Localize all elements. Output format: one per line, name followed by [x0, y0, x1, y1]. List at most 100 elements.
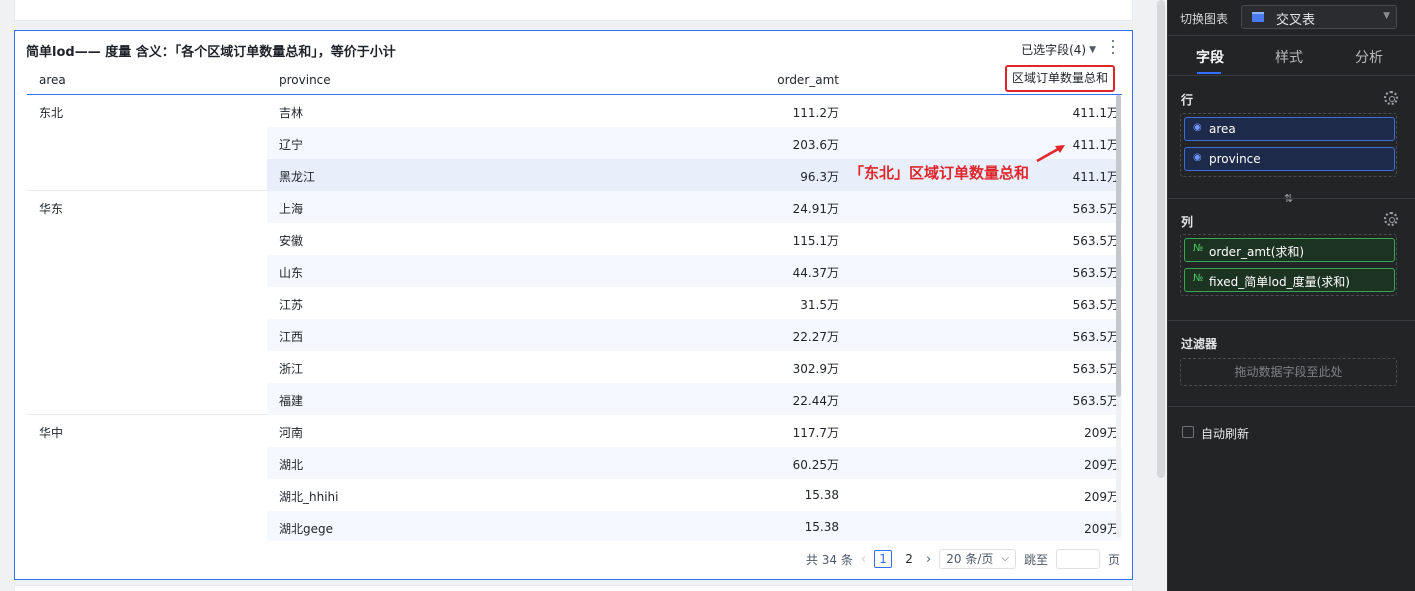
table-row[interactable]: 湖北 60.25万 209万 [267, 447, 1122, 479]
divider [1168, 406, 1415, 407]
next-page-button[interactable]: › [926, 552, 931, 567]
column-header-area[interactable]: area [39, 65, 66, 95]
row-field-label: province [1209, 152, 1261, 166]
order-amt-cell: 22.44万 [792, 394, 839, 408]
page-1-button[interactable]: 1 [874, 550, 893, 568]
region-total-cell: 563.5万 [1072, 266, 1119, 280]
rows-settings-gear-icon[interactable] [1384, 91, 1398, 105]
province-cell: 黑龙江 [279, 170, 316, 184]
province-cell: 河南 [279, 426, 304, 440]
table-row[interactable]: 江西 22.27万 563.5万 [267, 319, 1122, 351]
area-label: 华东 [39, 202, 64, 216]
page-unit-label: 页 [1107, 552, 1120, 567]
region-total-cell: 563.5万 [1072, 234, 1119, 248]
province-cell: 湖北 [279, 458, 304, 472]
dimension-pin-icon: ◉ [1193, 122, 1202, 133]
switch-chart-label: 切换图表 [1180, 12, 1229, 26]
region-total-cell: 563.5万 [1072, 202, 1119, 216]
table-row[interactable]: 吉林 111.2万 411.1万 [267, 95, 1122, 127]
total-count: 共 34 条 [805, 552, 853, 567]
table-row[interactable]: 山东 44.37万 563.5万 [267, 255, 1122, 287]
order-amt-cell: 96.3万 [800, 170, 839, 184]
column-header-region-total[interactable]: 区域订单数量总和 [1004, 65, 1115, 92]
previous-chart-card [14, 0, 1133, 21]
rows-section-title: 行 [1181, 93, 1194, 107]
pagination: 共 34 条 ‹ 1 2 › 20 条/页 ⌵ 跳至 页 [806, 548, 1120, 570]
columns-section-title: 列 [1181, 215, 1194, 229]
page-scrollbar[interactable] [1157, 0, 1165, 478]
page-2-button[interactable]: 2 [900, 550, 918, 568]
table-row[interactable]: 安徽 115.1万 563.5万 [267, 223, 1122, 255]
config-panel: 切换图表 交叉表 ▼ 字段 样式 分析 行 ◉ area ◉ province … [1167, 0, 1415, 591]
column-field-label: order_amt(求和) [1209, 245, 1305, 259]
page-size-value: 20 条/页 [946, 552, 994, 566]
jump-page-input[interactable] [1055, 549, 1100, 569]
province-cell: 福建 [279, 394, 304, 408]
area-label: 华中 [39, 426, 64, 440]
column-field-order-amt[interactable]: № order_amt(求和) [1184, 238, 1395, 262]
active-tab-indicator [1197, 72, 1221, 74]
region-total-cell: 411.1万 [1072, 106, 1119, 120]
tab-fields[interactable]: 字段 [1196, 47, 1224, 67]
chart-switch-row: 切换图表 交叉表 ▼ [1168, 0, 1415, 36]
order-amt-cell: 24.91万 [792, 202, 839, 216]
column-header-province[interactable]: province [279, 65, 331, 95]
province-cell: 湖北_hhihi [279, 490, 339, 504]
table-icon [1252, 12, 1264, 22]
table-row[interactable]: 湖北gege 15.38 209万 [267, 511, 1122, 541]
region-total-cell: 411.1万 [1072, 170, 1119, 184]
chart-card[interactable]: 简单lod—— 度量 含义：「各个区域订单数量总和」，等价于小计 已选字段(4)… [14, 30, 1133, 580]
province-cell: 浙江 [279, 362, 304, 376]
order-amt-cell: 60.25万 [792, 458, 839, 472]
order-amt-cell: 44.37万 [792, 266, 839, 280]
region-total-cell: 209万 [1084, 426, 1119, 440]
row-field-area[interactable]: ◉ area [1184, 117, 1395, 141]
rows-drop-zone[interactable]: ◉ area ◉ province [1180, 113, 1397, 177]
selected-fields-label: 已选字段(4) [1021, 43, 1087, 57]
region-total-cell: 563.5万 [1072, 362, 1119, 376]
table-scrollbar-thumb[interactable] [1116, 95, 1121, 397]
order-amt-cell: 302.9万 [792, 362, 839, 376]
row-field-label: area [1209, 122, 1236, 136]
table-row[interactable]: 河南 117.7万 209万 [267, 415, 1122, 447]
table-row[interactable]: 辽宁 203.6万 411.1万 [267, 127, 1122, 159]
order-amt-cell: 22.27万 [792, 330, 839, 344]
table-row[interactable]: 湖北_hhihi 15.38 209万 [267, 479, 1122, 511]
jump-label: 跳至 [1023, 552, 1048, 567]
tab-analysis[interactable]: 分析 [1355, 47, 1383, 67]
table-row[interactable]: 福建 22.44万 563.5万 [267, 383, 1122, 415]
order-amt-cell: 15.38 [804, 520, 839, 534]
chevron-down-icon: ⌵ [1001, 553, 1009, 564]
region-total-cell: 563.5万 [1072, 394, 1119, 408]
divider [1168, 320, 1415, 321]
selected-fields-dropdown[interactable]: 已选字段(4) ▼ [1021, 41, 1096, 58]
chart-type-select[interactable]: 交叉表 ▼ [1241, 5, 1397, 29]
area-label: 东北 [39, 106, 64, 120]
auto-refresh-checkbox[interactable] [1182, 426, 1194, 438]
column-header-order-amt[interactable]: order_amt [777, 65, 839, 95]
page-size-select[interactable]: 20 条/页 ⌵ [939, 549, 1016, 569]
filter-drop-zone[interactable]: 拖动数据字段至此处 [1180, 358, 1397, 386]
column-field-label: fixed_简单lod_度量(求和) [1209, 275, 1350, 289]
tab-style[interactable]: 样式 [1275, 47, 1303, 67]
region-total-cell: 209万 [1084, 490, 1119, 504]
table-row[interactable]: 浙江 302.9万 563.5万 [267, 351, 1122, 383]
table-row[interactable]: 上海 24.91万 563.5万 [267, 191, 1122, 223]
prev-page-button[interactable]: ‹ [861, 552, 866, 567]
filter-section-title: 过滤器 [1181, 337, 1218, 351]
chart-type-value: 交叉表 [1276, 13, 1316, 28]
order-amt-cell: 203.6万 [792, 138, 839, 152]
row-field-province[interactable]: ◉ province [1184, 147, 1395, 171]
columns-settings-gear-icon[interactable] [1384, 212, 1398, 226]
area-cell: 华中 [27, 415, 267, 541]
column-field-fixed-lod[interactable]: № fixed_简单lod_度量(求和) [1184, 268, 1395, 292]
region-total-cell: 411.1万 [1072, 138, 1119, 152]
columns-drop-zone[interactable]: № order_amt(求和) № fixed_简单lod_度量(求和) [1180, 234, 1397, 296]
measure-number-icon: № [1193, 243, 1204, 254]
more-vertical-icon[interactable] [1110, 40, 1116, 54]
dimension-pin-icon: ◉ [1193, 152, 1202, 163]
table-row[interactable]: 江苏 31.5万 563.5万 [267, 287, 1122, 319]
region-total-cell: 209万 [1084, 522, 1119, 536]
order-amt-cell: 31.5万 [800, 298, 839, 312]
auto-refresh-label: 自动刷新 [1201, 427, 1250, 441]
